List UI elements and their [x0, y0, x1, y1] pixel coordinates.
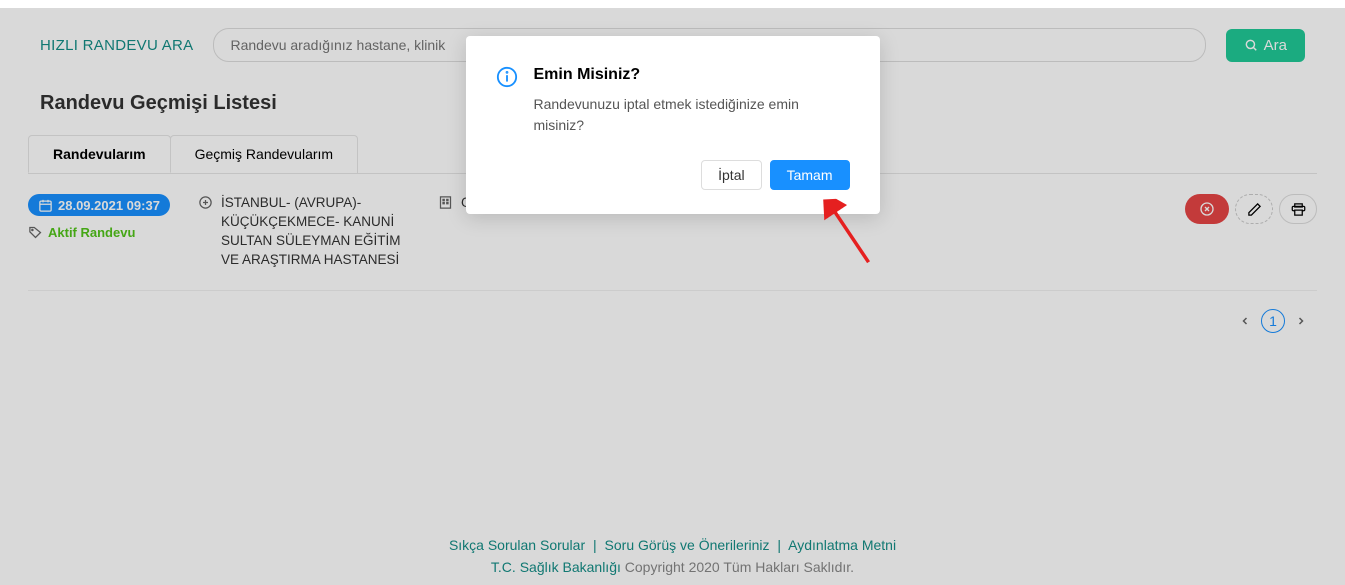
confirm-modal: Emin Misiniz? Randevunuzu iptal etmek is… — [466, 36, 880, 214]
modal-message: Randevunuzu iptal etmek istediğinize emi… — [534, 94, 850, 136]
annotation-arrow — [823, 197, 882, 270]
modal-confirm-button[interactable]: Tamam — [770, 160, 850, 190]
info-icon — [496, 66, 518, 88]
modal-title: Emin Misiniz? — [534, 66, 850, 84]
modal-cancel-button[interactable]: İptal — [701, 160, 761, 190]
